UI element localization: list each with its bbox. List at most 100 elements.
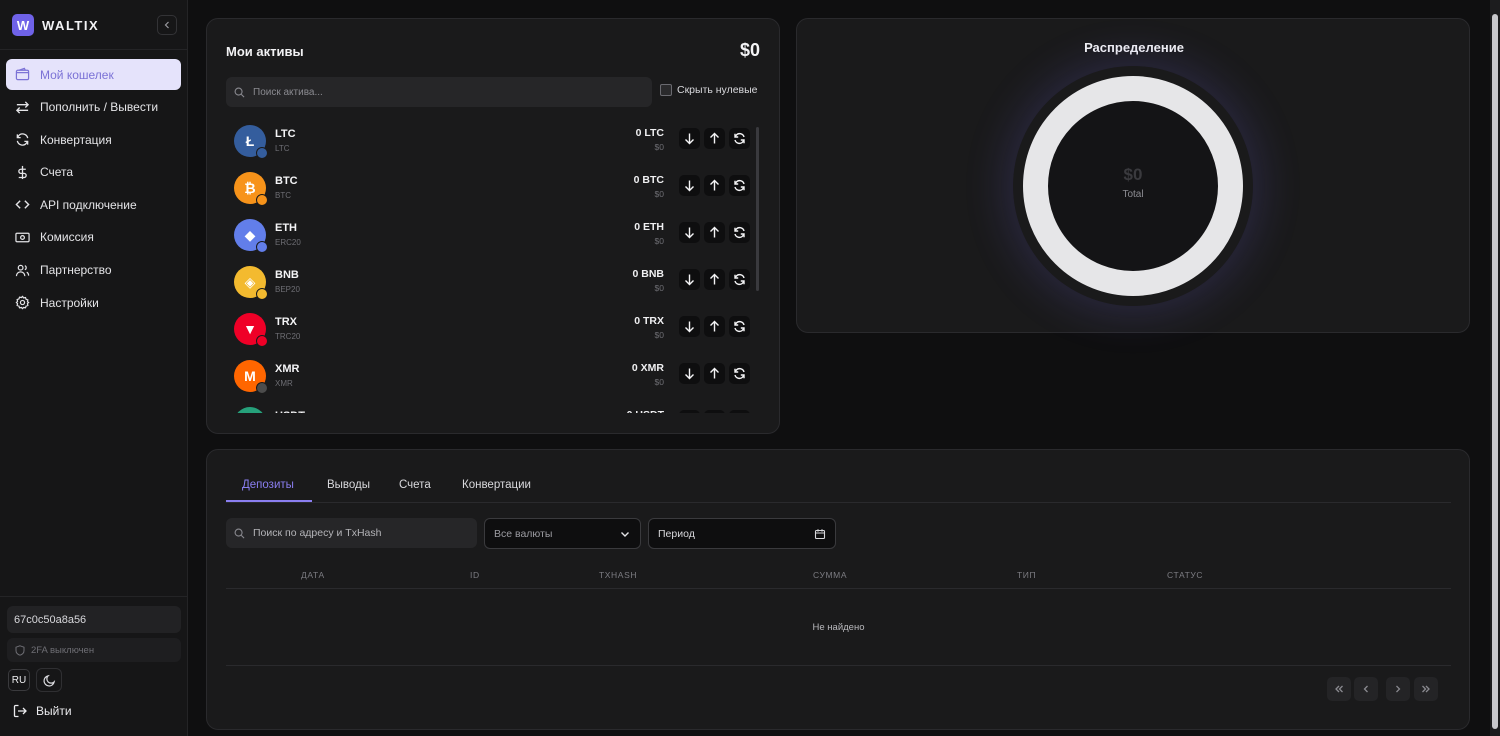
asset-symbol: ETH: [275, 222, 297, 234]
tab-conversions[interactable]: Конвертации: [462, 479, 531, 491]
withdraw-button[interactable]: [704, 222, 725, 243]
column-amount[interactable]: СУММА: [813, 570, 847, 580]
asset-search[interactable]: [226, 77, 652, 107]
sidebar-item-settings[interactable]: Настройки: [6, 287, 181, 318]
first-page-button[interactable]: [1327, 677, 1351, 701]
wallet-icon: [14, 67, 30, 83]
asset-row[interactable]: M XMR XMR 0 XMR $0: [226, 354, 766, 401]
refresh-icon: [733, 367, 746, 380]
period-picker[interactable]: Период: [648, 518, 836, 549]
asset-list-scrollbar[interactable]: [754, 123, 760, 413]
brand[interactable]: W WALTIX: [12, 13, 99, 37]
arrow-up-icon: [708, 367, 721, 380]
withdraw-button[interactable]: [704, 363, 725, 384]
sidebar-item-wallet[interactable]: Мой кошелек: [6, 59, 181, 90]
history-search[interactable]: [226, 518, 477, 548]
convert-button[interactable]: [729, 128, 750, 149]
chevron-down-icon: [621, 531, 629, 537]
sidebar-collapse-button[interactable]: [157, 15, 177, 35]
withdraw-button[interactable]: [704, 316, 725, 337]
convert-button[interactable]: [729, 410, 750, 413]
tab-withdrawals[interactable]: Выводы: [327, 479, 370, 491]
column-date[interactable]: ДАТА: [301, 570, 325, 580]
arrow-down-icon: [683, 367, 696, 380]
coin-glyph: M: [244, 368, 256, 384]
withdraw-button[interactable]: [704, 269, 725, 290]
refresh-icon: [733, 132, 746, 145]
logout-label: Выйти: [36, 704, 72, 718]
deposit-button[interactable]: [679, 316, 700, 337]
sidebar-nav: Мой кошелек Пополнить / Вывести Конверта…: [6, 59, 181, 320]
convert-button[interactable]: [729, 175, 750, 196]
convert-button[interactable]: [729, 363, 750, 384]
scroll-thumb[interactable]: [756, 127, 759, 291]
distribution-card: Распределение $0 Total: [796, 18, 1470, 333]
deposit-button[interactable]: [679, 222, 700, 243]
gear-icon: [14, 295, 30, 311]
deposit-button[interactable]: [679, 410, 700, 413]
asset-amount: 0 BNB: [632, 268, 664, 280]
page-scroll-thumb[interactable]: [1492, 14, 1498, 729]
logout-button[interactable]: Выйти: [13, 704, 72, 718]
last-page-button[interactable]: [1414, 677, 1438, 701]
tab-invoices[interactable]: Счета: [399, 479, 431, 491]
prev-page-button[interactable]: [1354, 677, 1378, 701]
currency-select[interactable]: Все валюты: [484, 518, 641, 549]
account-id[interactable]: 67c0c50a8a56: [7, 606, 181, 633]
coin-glyph: Ł: [245, 133, 255, 149]
logout-icon: [13, 704, 27, 718]
asset-usd-value: $0: [654, 330, 664, 340]
asset-list: Ł LTC LTC 0 LTC $0 ₿ BTC BTC 0 BTC $0 ◆ ETH ERC20 0 E…: [226, 119, 766, 413]
asset-search-input[interactable]: [253, 86, 633, 98]
sidebar-item-commission[interactable]: Комиссия: [6, 222, 181, 253]
asset-row[interactable]: Ł LTC LTC 0 LTC $0: [226, 119, 766, 166]
coin-icon: ₿: [234, 172, 268, 206]
deposit-button[interactable]: [679, 175, 700, 196]
coin-glyph: ₿: [244, 180, 256, 196]
convert-button[interactable]: [729, 316, 750, 337]
divider: [0, 596, 188, 597]
convert-button[interactable]: [729, 269, 750, 290]
tab-deposits[interactable]: Депозиты: [242, 479, 294, 491]
arrow-down-icon: [683, 132, 696, 145]
next-page-button[interactable]: [1386, 677, 1410, 701]
sidebar-item-deposit-withdraw[interactable]: Пополнить / Вывести: [6, 92, 181, 123]
history-search-input[interactable]: [253, 527, 473, 539]
asset-row[interactable]: ◈ BNB BEP20 0 BNB $0: [226, 260, 766, 307]
coin-icon: ◈: [234, 266, 268, 300]
sidebar-item-invoices[interactable]: Счета: [6, 157, 181, 188]
column-txhash[interactable]: TXHASH: [599, 570, 637, 580]
withdraw-button[interactable]: [704, 128, 725, 149]
deposit-button[interactable]: [679, 363, 700, 384]
arrow-up-icon: [708, 179, 721, 192]
arrow-down-icon: [683, 320, 696, 333]
asset-row[interactable]: ₮ USDT 0 USDT: [226, 401, 766, 413]
sidebar-item-partnership[interactable]: Партнерство: [6, 255, 181, 286]
asset-network: LTC: [275, 144, 290, 153]
theme-toggle-button[interactable]: [36, 668, 62, 692]
hide-zero-toggle[interactable]: Скрыть нулевые: [660, 84, 758, 96]
withdraw-button[interactable]: [704, 410, 725, 413]
asset-row[interactable]: ◆ ETH ERC20 0 ETH $0: [226, 213, 766, 260]
shield-icon: [15, 644, 25, 656]
withdraw-button[interactable]: [704, 175, 725, 196]
assets-title: Мои активы: [226, 44, 304, 59]
asset-row[interactable]: ▼ TRX TRC20 0 TRX $0: [226, 307, 766, 354]
hide-zero-checkbox[interactable]: [660, 84, 672, 96]
asset-row[interactable]: ₿ BTC BTC 0 BTC $0: [226, 166, 766, 213]
convert-button[interactable]: [729, 222, 750, 243]
sidebar-item-conversion[interactable]: Конвертация: [6, 124, 181, 155]
deposit-button[interactable]: [679, 269, 700, 290]
sidebar-item-label: Комиссия: [40, 230, 94, 245]
sidebar-item-label: Мой кошелек: [40, 67, 114, 82]
deposit-button[interactable]: [679, 128, 700, 149]
column-status[interactable]: СТАТУС: [1167, 570, 1203, 580]
page-scrollbar[interactable]: [1490, 0, 1500, 736]
column-id[interactable]: ID: [470, 570, 480, 580]
twofa-status[interactable]: 2FA выключен: [7, 638, 181, 662]
chevron-left-icon: [164, 21, 169, 29]
donut-total-value: $0: [1123, 165, 1143, 184]
column-type[interactable]: ТИП: [1017, 570, 1036, 580]
sidebar-item-api[interactable]: API подключение: [6, 189, 181, 220]
language-button[interactable]: RU: [8, 669, 30, 691]
